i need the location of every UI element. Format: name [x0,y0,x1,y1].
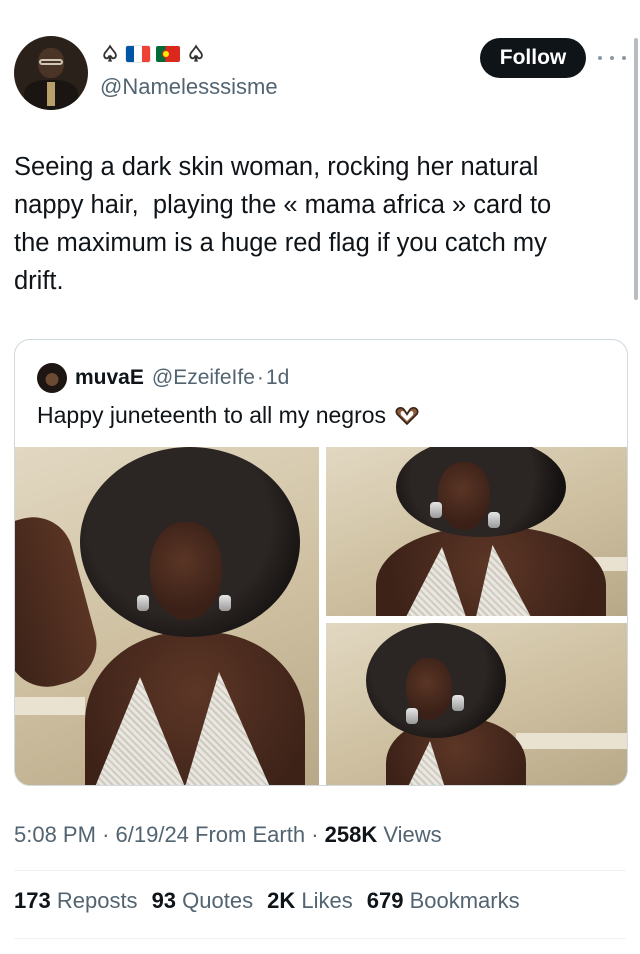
likes-stat[interactable]: 2K Likes [267,888,353,914]
divider [14,870,626,871]
photo-face [150,522,222,620]
quoted-tweet-header: muvaE @EzeifeIfe · 1d [37,362,289,394]
spade-suit-icon: ♤ [100,41,120,66]
separator-dot: · [311,822,319,847]
photo-shelf [15,697,85,715]
quoted-photo-1[interactable] [15,447,319,785]
photo-face [438,462,490,530]
follow-button[interactable]: Follow [480,38,586,78]
engagement-stats: 173 Reposts 93 Quotes 2K Likes 679 Bookm… [14,888,520,914]
photo-earring [406,708,418,724]
flag-portugal-icon [156,46,180,62]
scrollbar[interactable] [634,38,638,300]
views-count: 258K [324,822,378,847]
heart-hands-icon [395,406,419,425]
display-name-emojis[interactable]: ♤ ♤ [100,42,206,66]
quoted-photo-2[interactable] [326,447,627,616]
photo-earring [452,695,464,711]
quoted-tweet-text-row: Happy juneteenth to all my negros [37,402,420,429]
stat-label: Quotes [182,888,254,913]
tweet-text: Seeing a dark skin woman, rocking her na… [14,153,552,295]
photo-earring [219,595,231,611]
avatar-tie [47,82,55,106]
stat-label: Likes [301,888,353,913]
author-handle[interactable]: @Namelesssisme [100,74,278,100]
author-avatar[interactable] [14,36,88,110]
quoted-tweet-text: Happy juneteenth to all my negros [37,402,387,428]
stat-label: Reposts [56,888,138,913]
reposts-stat[interactable]: 173 Reposts [14,888,138,914]
quoted-tweet[interactable]: muvaE @EzeifeIfe · 1d Happy juneteenth t… [14,339,628,786]
stat-count: 173 [14,888,51,913]
bookmarks-stat[interactable]: 679 Bookmarks [367,888,520,914]
tweet-time[interactable]: 5:08 PM [14,822,96,847]
photo-earring [137,595,149,611]
avatar-glasses [39,59,63,65]
divider [14,938,626,939]
quoted-author-handle[interactable]: @EzeifeIfe [152,366,255,390]
separator-dot: · [102,822,110,847]
photo-earring [430,502,442,518]
tweet-date[interactable]: 6/19/24 [116,822,189,847]
more-options-icon[interactable] [598,48,626,68]
tweet-header: ♤ ♤ @Namelesssisme Follow [14,36,626,112]
separator-dot: · [256,366,264,389]
stat-count: 679 [366,888,404,913]
quotes-stat[interactable]: 93 Quotes [152,888,254,914]
quoted-tweet-time[interactable]: 1d [266,366,289,390]
spade-suit-icon: ♤ [186,41,206,66]
quoted-photo-3[interactable] [326,623,627,785]
quoted-author-avatar[interactable] [37,363,67,393]
stat-count: 2K [267,888,296,913]
views-label: Views [383,822,442,847]
tweet-source: From Earth [195,822,306,847]
quoted-author-name[interactable]: muvaE [75,366,144,390]
photo-earring [488,512,500,528]
photo-shelf [516,733,627,749]
tweet-meta: 5:08 PM · 6/19/24 From Earth · 258K View… [14,822,442,848]
stat-count: 93 [151,888,177,913]
stat-label: Bookmarks [409,888,520,913]
flag-france-icon [126,46,150,62]
